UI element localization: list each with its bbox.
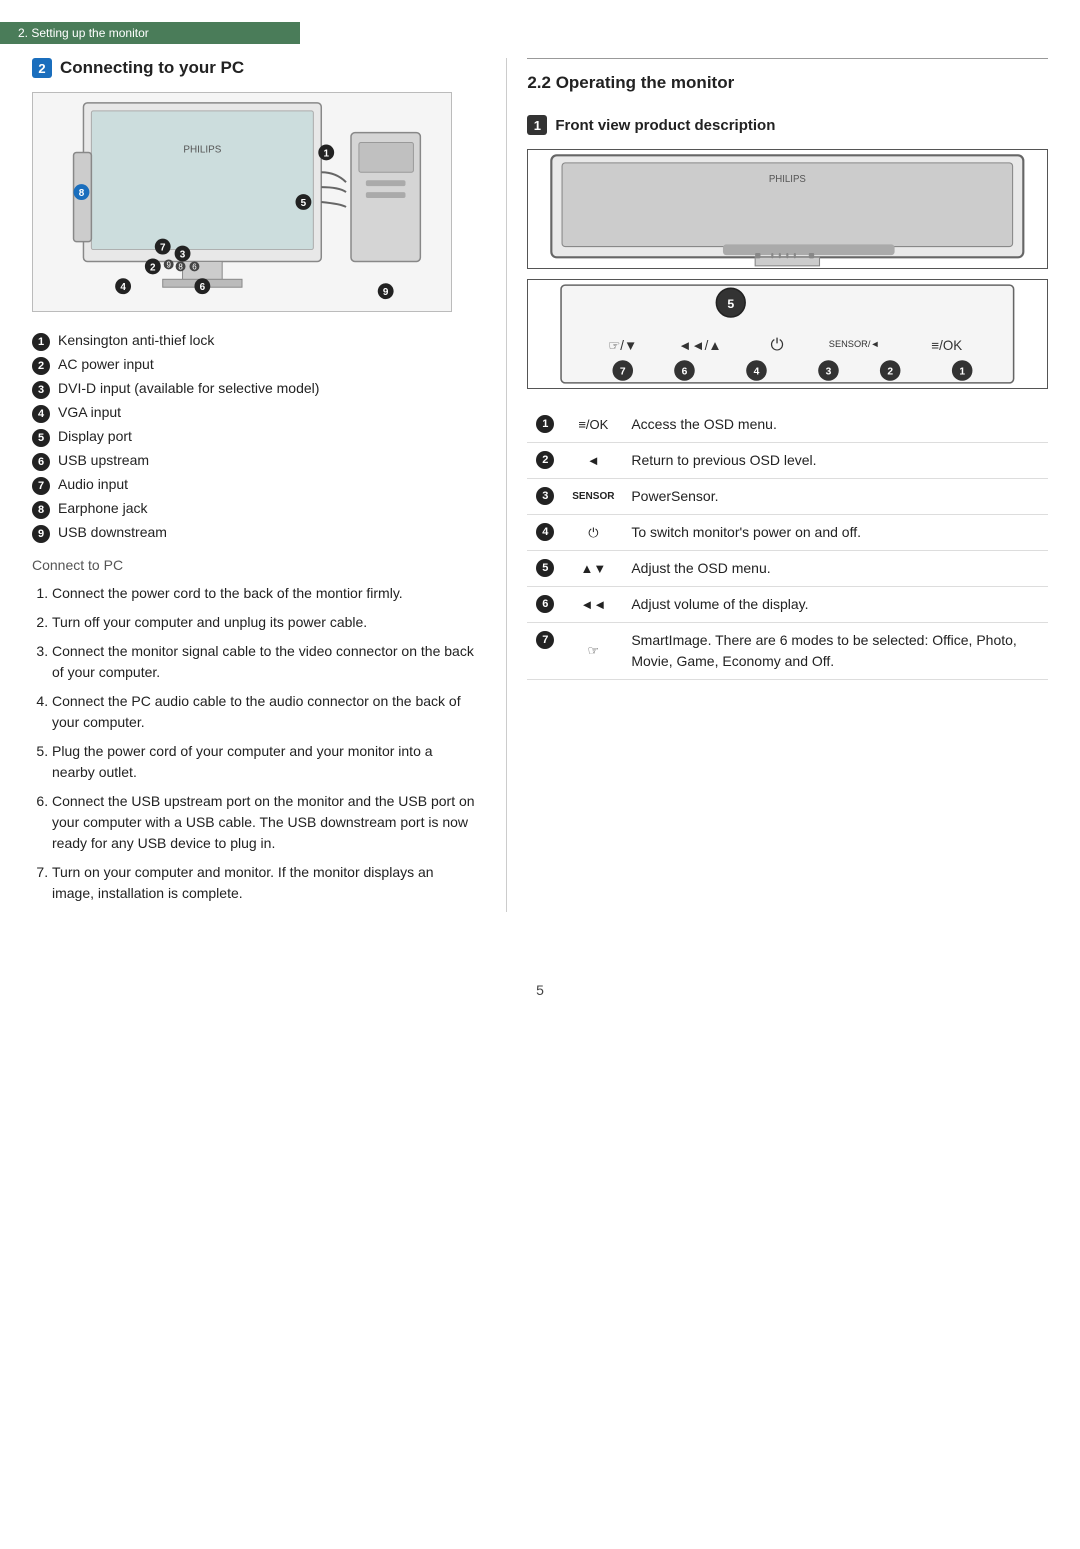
divider [527,58,1048,59]
front-view-badge: 1 [527,115,547,135]
parts-list: 1 Kensington anti-thief lock 2 AC power … [32,332,476,543]
svg-text:◄◄/▲: ◄◄/▲ [679,338,722,353]
controls-table: 1 ≡/OK Access the OSD menu. 2 ◄ Return t… [527,407,1048,680]
svg-text:7: 7 [620,367,626,378]
control-row: 6 ◄◄ Adjust volume of the display. [527,587,1048,623]
monitor-svg: 1 2 3 4 5 6 7 8 [32,92,452,312]
svg-text:SENSOR/◄: SENSOR/◄ [829,339,880,349]
svg-text:9: 9 [383,287,389,298]
svg-text:☞/▼: ☞/▼ [609,338,638,353]
part-label: VGA input [58,404,121,420]
section-header: 2. Setting up the monitor [0,22,300,44]
control-row: 1 ≡/OK Access the OSD menu. [527,407,1048,443]
part-label: USB upstream [58,452,149,468]
setup-step: Turn on your computer and monitor. If th… [52,862,476,904]
monitor-front-diagrams: PHILIPS 5 [527,149,1048,389]
section-connecting-title: 2 Connecting to your PC [32,58,476,78]
svg-text:6: 6 [192,262,197,271]
list-item: 5 Display port [32,428,476,447]
operating-monitor-title: 2.2 Operating the monitor [527,73,1048,99]
header-label: 2. Setting up the monitor [18,26,149,40]
part-label: Kensington anti-thief lock [58,332,214,348]
right-column: 2.2 Operating the monitor 1 Front view p… [506,58,1048,912]
part-label: USB downstream [58,524,167,540]
svg-text:≡/OK: ≡/OK [932,338,963,353]
svg-text:6: 6 [200,282,206,293]
part-label: Display port [58,428,132,444]
front-view-label: Front view product description [555,117,775,134]
svg-text:9: 9 [166,260,171,269]
monitor-bottom-svg: 5 ☞/▼ ◄◄/▲ ⏻ SENSOR/◄ ≡/OK 7 [528,280,1047,388]
svg-text:1: 1 [323,148,329,159]
control-row: 2 ◄ Return to previous OSD level. [527,443,1048,479]
connect-to-pc-label: Connect to PC [32,557,476,573]
monitor-illustration: 1 2 3 4 5 6 7 8 [32,92,476,316]
svg-text:PHILIPS: PHILIPS [183,144,221,155]
list-item: 3 DVI-D input (available for selective m… [32,380,476,399]
part-label: AC power input [58,356,154,372]
page-number: 5 [0,982,1080,998]
setup-step: Connect the PC audio cable to the audio … [52,691,476,733]
setup-step: Connect the power cord to the back of th… [52,583,476,604]
svg-text:4: 4 [754,367,760,378]
setup-step: Turn off your computer and unplug its po… [52,612,476,633]
list-item: 9 USB downstream [32,524,476,543]
svg-text:6: 6 [682,367,688,378]
svg-text:5: 5 [301,198,307,209]
list-item: 2 AC power input [32,356,476,375]
control-row: 4 ⏻ To switch monitor's power on and off… [527,515,1048,551]
part-label: Audio input [58,476,128,492]
monitor-front-top-diagram: PHILIPS [527,149,1048,269]
monitor-front-bottom-diagram: 5 ☞/▼ ◄◄/▲ ⏻ SENSOR/◄ ≡/OK 7 [527,279,1048,389]
front-view-title-row: 1 Front view product description [527,115,1048,135]
list-item: 7 Audio input [32,476,476,495]
setup-steps-list: Connect the power cord to the back of th… [32,583,476,904]
list-item: 6 USB upstream [32,452,476,471]
svg-text:8: 8 [79,188,85,199]
section-badge: 2 [32,58,52,78]
setup-step: Connect the USB upstream port on the mon… [52,791,476,854]
left-column: 2 Connecting to your PC [32,58,506,912]
control-row: 3 SENSOR PowerSensor. [527,479,1048,515]
svg-text:3: 3 [826,367,832,378]
list-item: 1 Kensington anti-thief lock [32,332,476,351]
setup-step: Connect the monitor signal cable to the … [52,641,476,683]
control-row: 7 ☞ SmartImage. There are 6 modes to be … [527,623,1048,680]
svg-text:1: 1 [960,367,966,378]
monitor-top-svg: PHILIPS [528,150,1047,268]
svg-text:5: 5 [728,297,735,311]
svg-text:3: 3 [180,249,186,260]
part-label: DVI-D input (available for selective mod… [58,380,319,396]
svg-text:⏻: ⏻ [771,336,784,354]
control-row: 5 ▲▼ Adjust the OSD menu. [527,551,1048,587]
svg-text:8: 8 [178,262,183,271]
svg-text:2: 2 [888,367,894,378]
setup-step: Plug the power cord of your computer and… [52,741,476,783]
svg-text:2: 2 [150,262,156,273]
section-connecting-label: Connecting to your PC [60,58,244,78]
list-item: 4 VGA input [32,404,476,423]
svg-text:PHILIPS: PHILIPS [769,174,806,185]
part-label: Earphone jack [58,500,148,516]
svg-text:7: 7 [160,243,166,254]
svg-text:4: 4 [120,282,126,293]
list-item: 8 Earphone jack [32,500,476,519]
